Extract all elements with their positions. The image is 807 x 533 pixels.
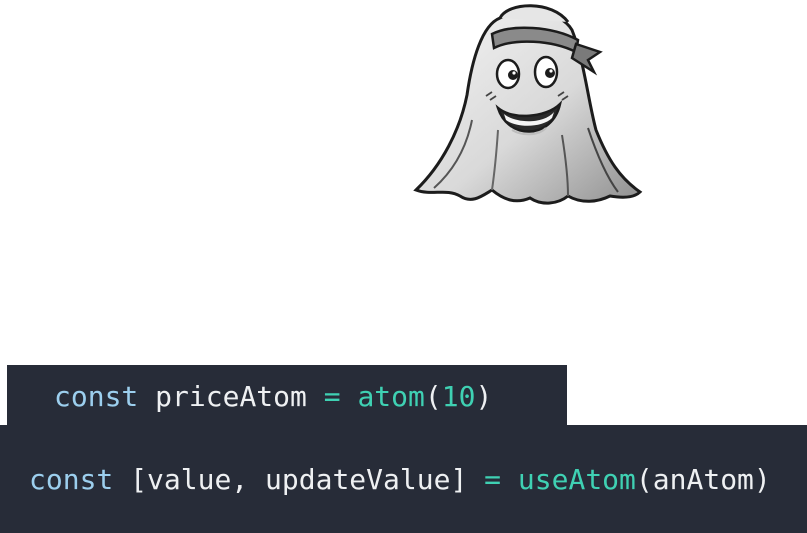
- code-keyword: const: [29, 462, 114, 496]
- code-argument: anAtom: [652, 462, 754, 496]
- code-function-name: useAtom: [517, 462, 636, 496]
- code-open-paren: (: [635, 462, 653, 496]
- code-snippet-useatom: const [value, updateValue] = useAtom(anA…: [0, 425, 807, 533]
- code-open-paren: (: [424, 379, 442, 413]
- ghost-illustration: [413, 4, 643, 205]
- code-function-name: atom: [357, 379, 425, 413]
- code-number-literal: 10: [441, 379, 476, 413]
- code-identifier: priceAtom: [155, 379, 307, 413]
- code-operator: =: [484, 462, 502, 496]
- code-keyword: const: [54, 379, 139, 413]
- ghost-mascot-icon: [412, 0, 644, 208]
- code-close-paren: ): [753, 462, 771, 496]
- code-snippet-atom: const priceAtom = atom(10): [7, 365, 567, 427]
- code-destructure: [value, updateValue]: [130, 462, 468, 496]
- code-close-paren: ): [475, 379, 493, 413]
- code-operator: =: [323, 379, 341, 413]
